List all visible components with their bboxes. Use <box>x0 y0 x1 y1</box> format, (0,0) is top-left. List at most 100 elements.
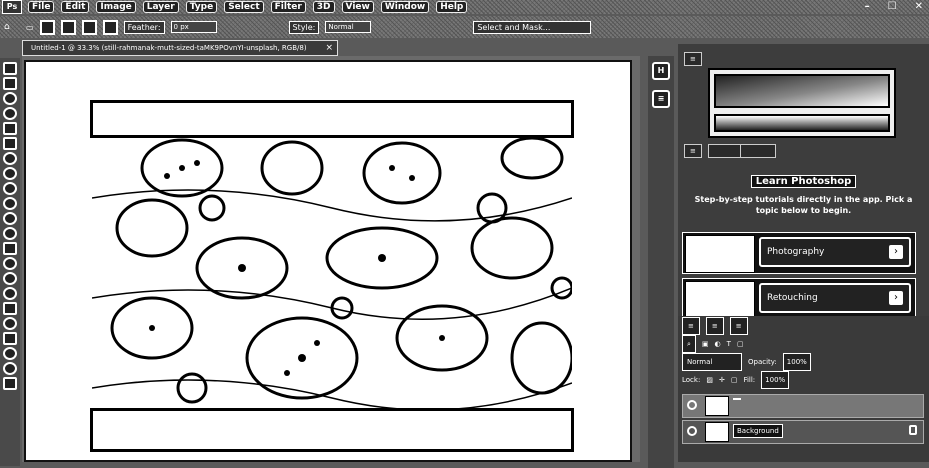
layers-filter-row: ⌕ ▣ ◐ T ▢ <box>682 335 744 353</box>
lock-position-icon[interactable]: ✛ <box>719 372 725 388</box>
fill-input[interactable]: 100% <box>761 371 790 389</box>
close-document-icon[interactable]: × <box>325 41 333 55</box>
blend-mode-select[interactable]: Normal <box>682 353 742 371</box>
rectangle-tool-icon[interactable] <box>3 332 17 345</box>
learn-title: Learn Photoshop <box>750 175 857 188</box>
new-selection-button[interactable] <box>39 19 55 35</box>
channels-tab[interactable]: ≡ <box>705 317 724 335</box>
healing-tool-icon[interactable] <box>3 167 17 180</box>
history-icon[interactable]: H <box>652 62 670 80</box>
lock-pixels-icon[interactable]: ▨ <box>706 372 713 388</box>
learn-card-retouching[interactable]: Retouching › <box>682 278 916 320</box>
move-tool-icon[interactable] <box>3 62 17 75</box>
photography-thumbnail <box>685 235 755 273</box>
eyedropper-tool-icon[interactable] <box>3 152 17 165</box>
select-and-mask-button[interactable]: Select and Mask... <box>473 20 592 34</box>
menu-list: File Edit Image Layer Type Select Filter… <box>28 1 468 13</box>
fill-label: Fill: <box>743 376 756 384</box>
marquee-tool-icon[interactable] <box>3 77 17 90</box>
brush-tool-icon[interactable] <box>3 182 17 195</box>
visibility-eye-icon[interactable] <box>687 426 697 436</box>
feather-input[interactable]: 0 px <box>170 21 217 33</box>
gradients-panel-tab[interactable]: ≡ <box>684 52 702 66</box>
properties-icon[interactable]: ≡ <box>652 90 670 108</box>
menu-image[interactable]: Image <box>96 1 136 13</box>
top-banner-shape[interactable] <box>90 100 574 138</box>
menu-help[interactable]: Help <box>436 1 468 13</box>
marquee-tool-icon[interactable]: ▭ <box>26 23 34 32</box>
hand-tool-icon[interactable] <box>3 347 17 360</box>
menu-edit[interactable]: Edit <box>61 1 90 13</box>
lock-label: Lock: <box>682 376 701 384</box>
crop-tool-icon[interactable] <box>3 122 17 135</box>
menu-select[interactable]: Select <box>224 1 264 13</box>
frame-tool-icon[interactable] <box>3 137 17 150</box>
type-tool-icon[interactable] <box>3 302 17 315</box>
photography-label: Photography <box>767 247 825 257</box>
close-window-button[interactable]: ✕ <box>915 1 923 12</box>
photography-button[interactable]: Photography › <box>759 237 911 267</box>
chevron-right-icon: › <box>889 291 903 305</box>
gradient-tool-icon[interactable] <box>3 242 17 255</box>
home-icon[interactable]: ⌂ <box>0 22 20 32</box>
style-label: Style: <box>288 20 320 34</box>
add-selection-button[interactable] <box>60 19 76 35</box>
minimize-button[interactable]: – <box>865 1 870 12</box>
dodge-tool-icon[interactable] <box>3 272 17 285</box>
filter-type-icon[interactable]: T <box>727 336 731 352</box>
paths-tab[interactable]: ≡ <box>729 317 748 335</box>
filter-image-icon[interactable]: ▣ <box>702 336 709 352</box>
style-select[interactable]: Normal <box>325 21 372 33</box>
kind-filter[interactable]: ⌕ <box>682 335 696 353</box>
gradients-panel <box>708 68 896 138</box>
retouching-button[interactable]: Retouching › <box>759 283 911 313</box>
lock-all-icon[interactable]: ▢ <box>731 372 738 388</box>
layer-row-background[interactable]: Background <box>682 420 924 444</box>
layer-name[interactable]: Background <box>733 424 783 438</box>
canvas-area[interactable] <box>22 56 640 462</box>
pen-tool-icon[interactable] <box>3 287 17 300</box>
visibility-eye-icon[interactable] <box>687 400 697 410</box>
bottom-banner-shape[interactable] <box>90 408 574 452</box>
learn-card-photography[interactable]: Photography › <box>682 232 916 274</box>
maximize-button[interactable]: ☐ <box>888 1 897 12</box>
learn-panel: Learn Photoshop Step-by-step tutorials d… <box>678 156 929 320</box>
filter-adjust-icon[interactable]: ◐ <box>715 336 721 352</box>
app-logo: Ps <box>2 0 22 14</box>
artboard[interactable] <box>24 60 632 462</box>
gradient-swatch-2[interactable] <box>714 114 890 132</box>
gradient-swatch-1[interactable] <box>714 74 890 108</box>
layers-tab[interactable]: ≡ <box>682 317 700 335</box>
history-brush-tool-icon[interactable] <box>3 212 17 225</box>
opacity-input[interactable]: 100% <box>782 353 811 371</box>
right-panels: ≡ ≡ Learn Photoshop Step-by-step tutoria… <box>678 44 929 462</box>
filter-shape-icon[interactable]: ▢ <box>737 336 744 352</box>
zoom-tool-icon[interactable] <box>3 362 17 375</box>
panel-icon-strip: H ≡ <box>648 56 674 468</box>
document-tab[interactable]: Untitled-1 @ 33.3% (still-rahmanak-mutt-… <box>22 40 338 56</box>
menu-filter[interactable]: Filter <box>270 1 306 13</box>
window-controls: – ☐ ✕ <box>865 1 923 12</box>
menu-file[interactable]: File <box>28 1 55 13</box>
menu-window[interactable]: Window <box>380 1 430 13</box>
menu-3d[interactable]: 3D <box>312 1 335 13</box>
photo-layer-image[interactable] <box>92 138 572 408</box>
stamp-tool-icon[interactable] <box>3 197 17 210</box>
menu-layer[interactable]: Layer <box>142 1 179 13</box>
menu-type[interactable]: Type <box>185 1 218 13</box>
lasso-tool-icon[interactable] <box>3 92 17 105</box>
color-swatches-icon[interactable] <box>3 377 17 390</box>
path-select-tool-icon[interactable] <box>3 317 17 330</box>
retouching-thumbnail <box>685 281 755 319</box>
eraser-tool-icon[interactable] <box>3 227 17 240</box>
menu-view[interactable]: View <box>341 1 374 13</box>
opacity-label: Opacity: <box>748 358 777 366</box>
retouching-label: Retouching <box>767 293 818 303</box>
blur-tool-icon[interactable] <box>3 257 17 270</box>
layer-row-photo[interactable] <box>682 394 924 418</box>
quick-select-tool-icon[interactable] <box>3 107 17 120</box>
intersect-selection-button[interactable] <box>102 19 118 35</box>
lock-row: Lock: ▨ ✛ ▢ Fill: 100% <box>682 371 790 389</box>
subtract-selection-button[interactable] <box>81 19 97 35</box>
layer-name[interactable] <box>733 398 741 400</box>
